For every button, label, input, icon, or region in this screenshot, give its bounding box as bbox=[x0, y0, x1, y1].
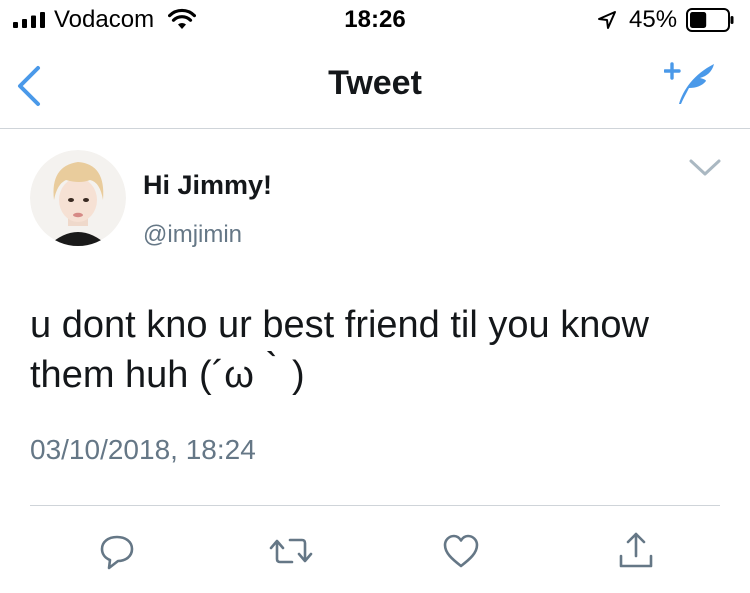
compose-tweet-icon[interactable] bbox=[664, 60, 718, 106]
profile-photo bbox=[30, 150, 126, 246]
reply-icon bbox=[100, 535, 134, 570]
tweet-text: u dont kno ur best friend til you know t… bbox=[30, 300, 730, 400]
share-button[interactable] bbox=[613, 528, 659, 574]
page-title: Tweet bbox=[328, 64, 422, 102]
tweet-text-line: u dont kno ur best friend til you know bbox=[30, 304, 649, 346]
like-button[interactable] bbox=[438, 528, 484, 574]
battery-percentage: 45% bbox=[629, 6, 678, 33]
author-handle[interactable]: @imjimin bbox=[143, 221, 242, 249]
battery-icon bbox=[686, 8, 734, 32]
retweet-button[interactable] bbox=[268, 528, 314, 574]
share-icon bbox=[619, 532, 653, 568]
reply-button[interactable] bbox=[94, 528, 140, 574]
avatar[interactable] bbox=[30, 150, 126, 246]
location-arrow-icon bbox=[598, 11, 616, 29]
author-name[interactable]: Hi Jimmy! bbox=[143, 170, 272, 201]
divider bbox=[30, 505, 720, 506]
like-icon bbox=[443, 534, 479, 568]
tweet-text-line: them huh (´ω｀) bbox=[30, 354, 305, 396]
chevron-down-icon[interactable] bbox=[688, 158, 722, 178]
nav-bar: Tweet bbox=[0, 40, 750, 129]
retweet-icon bbox=[269, 538, 313, 564]
status-bar: Vodacom 18:26 45% bbox=[0, 0, 750, 40]
tweet-timestamp: 03/10/2018, 18:24 bbox=[30, 434, 256, 465]
